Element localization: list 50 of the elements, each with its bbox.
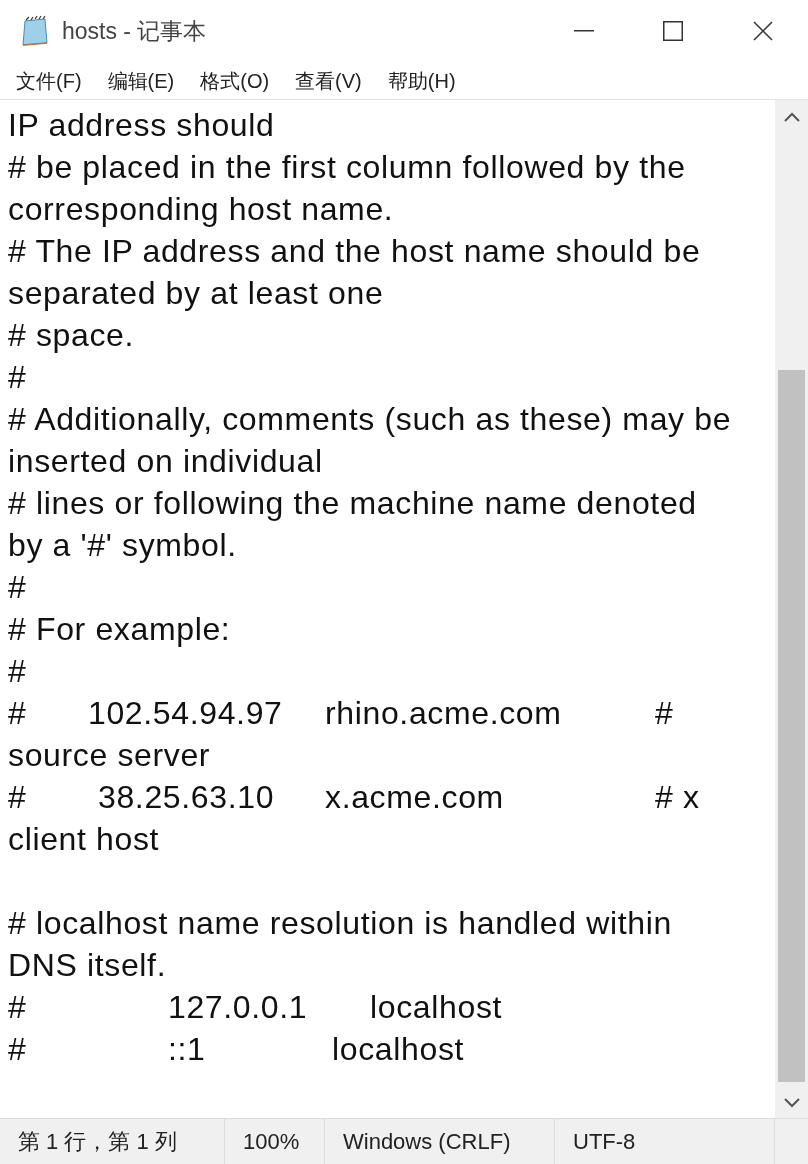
host-entry-text: 38.25.63.10 (98, 781, 275, 813)
minimize-icon (574, 30, 594, 32)
text-line: # space. (8, 319, 135, 351)
host-entry-text: # (8, 781, 27, 813)
menu-item[interactable]: 编辑(E) (97, 65, 185, 96)
maximize-icon (663, 21, 683, 41)
host-entry-text: # (8, 991, 27, 1023)
text-line: separated by at least one (8, 277, 384, 309)
status-field: 100% (225, 1119, 325, 1164)
host-entry-text: localhost (332, 1033, 465, 1065)
host-entry-text: localhost (370, 991, 503, 1023)
text-line: # (8, 655, 27, 687)
scrollbar[interactable] (775, 100, 808, 1118)
menu-item[interactable]: 查看(V) (285, 65, 372, 96)
text-line: IP address should (8, 109, 275, 141)
host-entry-text: x.acme.com (325, 781, 504, 813)
text-line: # Additionally, comments (such as these) may be (8, 403, 732, 435)
text-line: # be placed in the first column followed by the (8, 151, 686, 183)
host-entry-text: ::1 (168, 1033, 206, 1065)
status-field: UTF-8 (555, 1119, 775, 1164)
text-line: # lines or following the machine name denoted (8, 487, 697, 519)
text-line: # localhost name resolution is handled within (8, 907, 672, 939)
scrollbar-thumb[interactable] (778, 370, 805, 1082)
host-entry-text: # (655, 697, 674, 729)
menu-item[interactable]: 文件(F) (6, 65, 92, 96)
scroll-up-icon[interactable] (783, 112, 800, 122)
host-entry-text: 127.0.0.1 (168, 991, 308, 1023)
menu-item[interactable]: 格式(O) (190, 65, 280, 96)
scroll-down-icon[interactable] (783, 1098, 800, 1108)
text-line: # (8, 571, 27, 603)
host-entry-text: # (8, 697, 27, 729)
status-field: 第 1 行，第 1 列 (0, 1119, 225, 1164)
text-line: source server (8, 739, 211, 771)
text-line: corresponding host name. (8, 193, 394, 225)
text-line: by a '#' symbol. (8, 529, 237, 561)
menu-item[interactable]: 帮助(H) (377, 65, 466, 96)
text-line: # For example: (8, 613, 231, 645)
text-line: inserted on individual (8, 445, 323, 477)
close-icon (753, 21, 773, 41)
host-entry-text: rhino.acme.com (325, 697, 562, 729)
text-line: # The IP address and the host name should be (8, 235, 701, 267)
host-entry-text: # x (655, 781, 700, 813)
host-entry-text: # (8, 1033, 27, 1065)
text-line: DNS itself. (8, 949, 167, 981)
host-entry-text: 102.54.94.97 (88, 697, 283, 729)
status-field: Windows (CRLF) (325, 1119, 555, 1164)
text-line: # (8, 361, 27, 393)
window-title: hosts - 记事本 (62, 16, 207, 46)
text-line: client host (8, 823, 160, 855)
notepad-icon (20, 15, 50, 47)
